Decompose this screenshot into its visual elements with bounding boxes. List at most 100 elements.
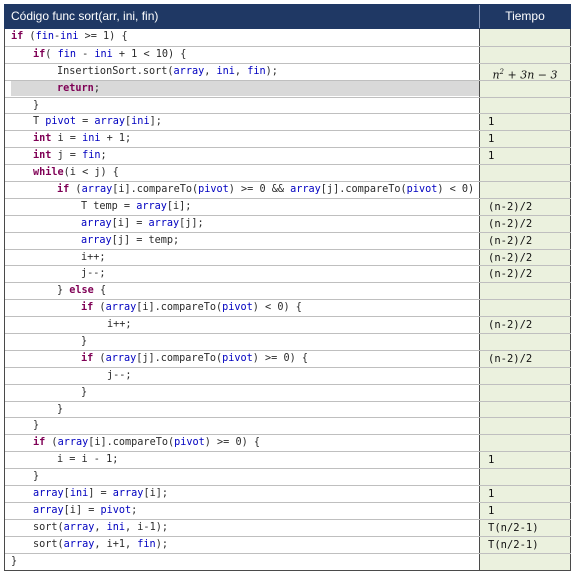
table-row: int j = fin; 1 — [5, 147, 571, 165]
time-cell — [480, 367, 571, 384]
code-cell: int j = fin; — [5, 148, 480, 165]
table-row: T pivot = array[ini]; 1 — [5, 113, 571, 131]
table-row: } — [5, 552, 571, 570]
table-body: if (fin-ini >= 1) { if( fin - ini + 1 < 1… — [4, 29, 571, 571]
time-cell: T(n/2-1) — [480, 536, 571, 553]
code-cell: int i = ini + 1; — [5, 131, 480, 148]
table-row: array[i] = array[j]; (n-2)/2 — [5, 214, 571, 232]
code-cell: if (array[i].compareTo(pivot) < 0) { — [5, 300, 480, 317]
code-line: int j = fin; — [33, 150, 107, 162]
table-row: InsertionSort.sort(array, ini, fin); n2 +… — [5, 62, 571, 81]
code-cell: array[i] = pivot; — [5, 502, 480, 519]
code-line: array[ini] = array[i]; — [33, 488, 168, 500]
time-cell — [480, 165, 571, 182]
table-header: Código func sort(arr, ini, fin) Tiempo — [4, 4, 571, 29]
code-line: return; — [11, 80, 479, 96]
code-cell: i++; — [5, 317, 480, 334]
table-row: if( fin - ini + 1 < 10) { — [5, 45, 571, 63]
code-cell: T temp = array[i]; — [5, 198, 480, 215]
table-row: int i = ini + 1; 1 — [5, 130, 571, 148]
code-cell: } — [5, 334, 480, 350]
code-line: array[i] = pivot; — [33, 504, 138, 516]
code-cell: array[j] = temp; — [5, 232, 480, 249]
code-line: } — [81, 336, 88, 348]
table-row: i++; (n-2)/2 — [5, 316, 571, 334]
time-cell: 1 — [480, 486, 571, 502]
code-line: T temp = array[i]; — [81, 200, 192, 212]
code-line: } — [33, 471, 40, 483]
time-cell — [480, 435, 571, 452]
table-row: if (array[j].compareTo(pivot) >= 0) {(n-… — [5, 349, 571, 367]
code-cell: if (array[j].compareTo(pivot) >= 0) { — [5, 350, 480, 367]
code-cell: if( fin - ini + 1 < 10) { — [5, 46, 480, 63]
time-cell: (n-2)/2 — [480, 232, 571, 249]
code-cell: j--; — [5, 367, 480, 384]
time-cell: n2 + 3n − 3 — [480, 63, 571, 81]
code-line: int i = ini + 1; — [33, 133, 132, 145]
code-timing-table: Código func sort(arr, ini, fin) Tiempo i… — [4, 4, 571, 571]
code-line: i = i - 1; — [57, 454, 119, 466]
table-row: array[i] = pivot; 1 — [5, 501, 571, 519]
time-cell — [480, 469, 571, 486]
code-line: i++; — [81, 251, 106, 263]
time-cell: 1 — [480, 114, 571, 131]
time-cell: (n-2)/2 — [480, 266, 571, 283]
code-line: if( fin - ini + 1 < 10) { — [33, 48, 187, 60]
code-line: T pivot = array[ini]; — [33, 116, 162, 128]
time-cell — [480, 80, 571, 97]
code-line: while(i < j) { — [33, 167, 119, 179]
table-row: array[ini] = array[i]; 1 — [5, 485, 571, 502]
time-cell: T(n/2-1) — [480, 519, 571, 536]
table-row: if (array[i].compareTo(pivot) >= 0 && ar… — [5, 181, 571, 198]
time-cell — [480, 97, 571, 114]
code-cell: } — [5, 553, 480, 570]
time-cell: (n-2)/2 — [480, 350, 571, 367]
code-line: array[i] = array[j]; — [81, 217, 204, 229]
time-cell — [480, 300, 571, 317]
code-cell: j--; — [5, 266, 480, 283]
time-cell: 1 — [480, 452, 571, 469]
code-line: } else { — [57, 285, 107, 297]
table-row: if (array[i].compareTo(pivot) < 0) { — [5, 299, 571, 317]
code-line: } — [11, 555, 18, 567]
table-row: } — [5, 383, 571, 401]
time-cell — [480, 182, 571, 198]
table-row: } — [5, 400, 571, 418]
code-line: sort(array, ini, i-1); — [33, 521, 168, 533]
code-cell: } — [5, 384, 480, 401]
table-row: } else { — [5, 282, 571, 300]
time-cell — [480, 29, 571, 46]
time-cell: (n-2)/2 — [480, 317, 571, 334]
code-line: j--; — [81, 268, 106, 280]
time-column-header: Tiempo — [505, 9, 545, 23]
time-cell: (n-2)/2 — [480, 198, 571, 215]
code-line: array[j] = temp; — [81, 234, 180, 246]
table-row: i++; (n-2)/2 — [5, 248, 571, 266]
code-cell: sort(array, ini, i-1); — [5, 519, 480, 536]
table-row: sort(array, i+1, fin); T(n/2-1) — [5, 535, 571, 553]
code-cell: T pivot = array[ini]; — [5, 114, 480, 131]
time-cell — [480, 418, 571, 435]
code-cell: } else { — [5, 283, 480, 300]
code-cell: return; — [5, 80, 480, 97]
table-row: } — [5, 417, 571, 435]
code-line: if (fin-ini >= 1) { — [11, 31, 128, 42]
time-cell — [480, 384, 571, 401]
code-cell: if (array[i].compareTo(pivot) >= 0 && ar… — [5, 182, 480, 198]
code-line: } — [33, 99, 40, 111]
table-row: if (array[i].compareTo(pivot) >= 0) { — [5, 434, 571, 452]
table-row: } — [5, 333, 571, 350]
time-cell: 1 — [480, 148, 571, 165]
table-row: } — [5, 468, 571, 486]
code-cell: InsertionSort.sort(array, ini, fin); — [5, 63, 480, 80]
time-cell: 1 — [480, 502, 571, 519]
table-row: i = i - 1; 1 — [5, 451, 571, 469]
time-cell: (n-2)/2 — [480, 215, 571, 232]
code-line: if (array[i].compareTo(pivot) >= 0) { — [33, 437, 260, 449]
code-cell: if (array[i].compareTo(pivot) >= 0) { — [5, 435, 480, 452]
code-cell: sort(array, i+1, fin); — [5, 536, 480, 553]
code-line: } — [57, 403, 64, 415]
table-row: j--; (n-2)/2 — [5, 265, 571, 283]
code-line: j--; — [107, 369, 132, 381]
code-line: i++; — [107, 319, 132, 331]
